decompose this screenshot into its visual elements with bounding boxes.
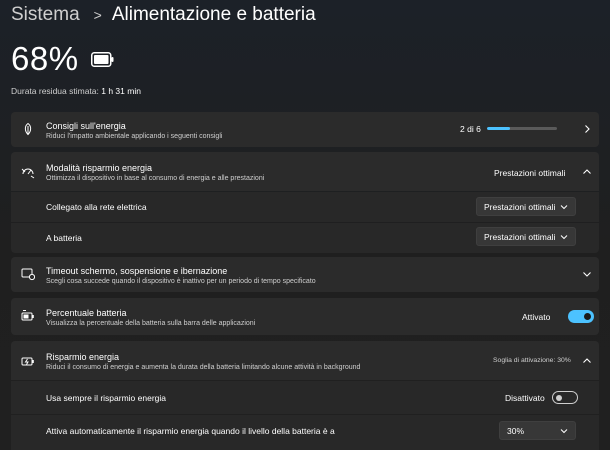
always-energy-saver-row: Usa sempre il risparmio energia Disattiv… [11,381,599,414]
power-mode-card[interactable]: Modalità risparmio energia Ottimizza il … [11,152,599,191]
energy-saver-card[interactable]: Risparmio energia Riduci il consumo di e… [11,341,599,380]
battery-percentage-toggle[interactable] [568,310,594,323]
energy-tips-description: Riduci l'impatto ambientale applicando i… [46,133,223,140]
plugged-in-mode-value: Prestazioni ottimali [484,201,556,212]
power-mode-description: Ottimizza il dispositivo in base al cons… [46,175,265,182]
always-energy-saver-toggle[interactable] [552,391,578,404]
screen-timeout-icon [21,268,35,281]
remaining-time: Durata residua stimata: 1 h 31 min [11,86,141,96]
battery-icon [91,52,114,67]
chevron-up-icon[interactable] [582,167,592,177]
battery-percent-icon [21,310,34,321]
always-energy-saver-state: Disattivato [505,393,545,403]
on-battery-mode-value: Prestazioni ottimali [484,231,556,242]
battery-percentage-description: Visualizza la percentuale della batteria… [46,320,256,327]
energy-saver-threshold: Soglia di attivazione: 30% [493,357,571,364]
plugged-in-row: Collegato alla rete elettrica Prestazion… [11,192,599,222]
power-mode-icon [21,168,35,179]
energy-tips-count: 2 di 6 [460,124,481,134]
on-battery-row: A batteria Prestazioni ottimali [11,223,599,253]
chevron-right-icon [585,125,590,133]
battery-percentage-card: Percentuale batteria Visualizza la perce… [11,298,599,335]
power-mode-title: Modalità risparmio energia [46,163,153,173]
chevron-down-icon [583,272,591,277]
breadcrumb: Sistema > Alimentazione e batteria [11,2,316,28]
energy-tips-title: Consigli sull'energia [46,121,126,131]
page-title: Alimentazione e batteria [111,4,316,25]
energy-tips-progress-bar [487,127,557,130]
power-mode-value: Prestazioni ottimali [494,168,566,178]
plugged-in-label: Collegato alla rete elettrica [46,202,147,212]
auto-energy-saver-value: 30% [507,425,525,436]
chevron-down-icon [560,205,568,210]
leaf-icon [24,122,32,136]
remaining-time-value: 1 h 31 min [101,86,141,96]
screen-timeout-description: Scegli cosa succede quando il dispositiv… [46,278,316,285]
on-battery-mode-dropdown[interactable]: Prestazioni ottimali [476,227,576,246]
auto-energy-saver-row: Attiva automaticamente il risparmio ener… [11,415,599,450]
energy-tips-progress-fill [487,127,511,130]
breadcrumb-parent-link[interactable]: Sistema [11,4,80,26]
breadcrumb-chevron-icon: > [93,7,102,23]
battery-percentage-state: Attivato [522,312,551,322]
remaining-time-label: Durata residua stimata: [11,86,99,96]
toggle-knob [556,394,562,401]
energy-saver-description: Riduci il consumo di energia e aumenta l… [46,364,361,371]
auto-energy-saver-dropdown[interactable]: 30% [499,421,576,440]
always-energy-saver-label: Usa sempre il risparmio energia [46,393,166,403]
on-battery-label: A batteria [46,233,82,243]
energy-saver-title: Risparmio energia [46,352,120,362]
battery-percentage-title: Percentuale batteria [46,308,127,318]
chevron-up-icon[interactable] [582,356,592,366]
energy-saver-icon [21,357,34,366]
screen-timeout-card[interactable]: Timeout schermo, sospensione e ibernazio… [11,257,599,292]
auto-energy-saver-label: Attiva automaticamente il risparmio ener… [46,426,335,436]
plugged-in-mode-dropdown[interactable]: Prestazioni ottimali [476,197,576,216]
chevron-down-icon [560,235,568,240]
battery-percentage-value: 68% [11,40,79,77]
chevron-down-icon [560,429,568,434]
screen-timeout-title: Timeout schermo, sospensione e ibernazio… [46,266,228,276]
toggle-knob [584,313,591,320]
